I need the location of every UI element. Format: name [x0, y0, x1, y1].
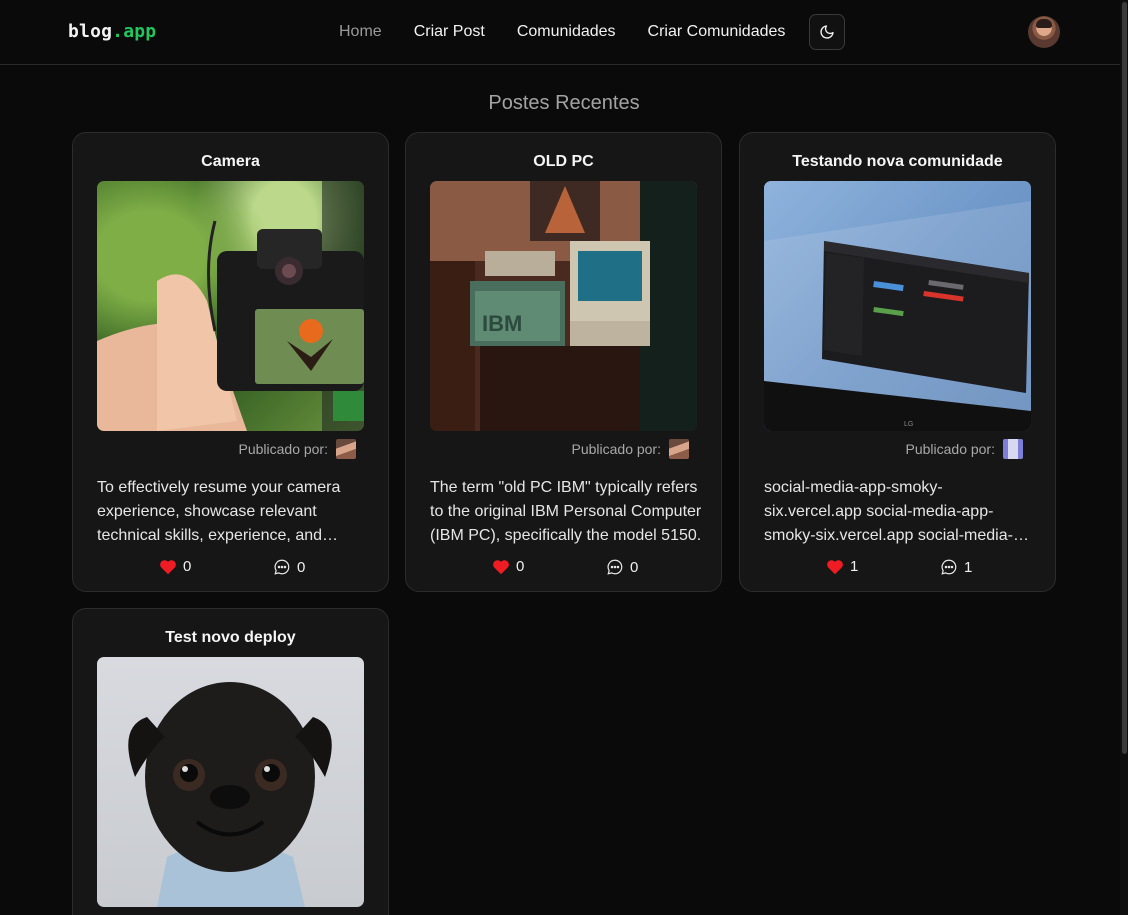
camera-photo-art [97, 181, 364, 431]
heart-icon [827, 559, 843, 574]
like-button[interactable]: 0 [159, 558, 191, 575]
like-count: 1 [850, 558, 859, 575]
like-count: 0 [516, 558, 525, 575]
post-title: OLD PC [533, 153, 594, 170]
post-card[interactable]: Camera Publicado por: To effectively res… [72, 132, 389, 592]
post-excerpt: The term "old PC IBM" typically refers t… [430, 479, 702, 544]
like-count: 0 [183, 558, 192, 575]
comment-button[interactable]: 0 [606, 558, 638, 576]
post-image[interactable]: LG [764, 181, 1031, 431]
comment-count: 1 [964, 558, 973, 576]
comment-button[interactable]: 1 [940, 558, 972, 576]
heart-icon [493, 559, 509, 574]
post-title: Testando nova comunidade [792, 153, 1003, 170]
old-pc-photo-art: IBM [430, 181, 697, 431]
published-by-label: Publicado por: [571, 441, 661, 457]
moon-icon [820, 25, 834, 39]
post-stats: 1 1 [740, 558, 1055, 578]
monitor-photo-art: LG [764, 201, 1031, 431]
post-card[interactable]: Testando nova comunidade LG Publicado po… [739, 132, 1056, 592]
post-author: Publicado por: [238, 439, 356, 459]
comment-button[interactable]: 0 [273, 558, 305, 576]
post-image[interactable] [97, 181, 364, 431]
post-card[interactable]: OLD PC IBM Publicado por: The term "old … [405, 132, 722, 592]
post-card[interactable]: Test novo deploy [72, 608, 389, 915]
page-title: Postes Recentes [488, 92, 640, 114]
post-image[interactable] [97, 657, 364, 907]
post-excerpt: To effectively resume your camera experi… [97, 479, 341, 544]
theme-toggle-button[interactable] [809, 14, 845, 50]
post-author: Publicado por: [571, 439, 689, 459]
logo[interactable]: blog.app [68, 21, 156, 42]
logo-text: blog [68, 21, 113, 42]
comment-icon [941, 559, 957, 575]
heart-icon [160, 559, 176, 574]
nav-criar-post[interactable]: Criar Post [414, 23, 485, 41]
comment-icon [274, 559, 290, 575]
post-excerpt: social-media-app-smoky-six.vercel.app so… [764, 479, 1013, 544]
nav-links: Home Criar Post Comunidades Criar Comuni… [339, 23, 785, 41]
user-avatar[interactable] [1028, 16, 1060, 48]
post-stats: 0 0 [406, 558, 721, 578]
svg-text:LG: LG [904, 421, 913, 428]
post-stats: 0 0 [73, 558, 388, 578]
post-title: Camera [201, 153, 260, 170]
author-avatar[interactable] [669, 439, 689, 459]
post-image[interactable]: IBM [430, 181, 697, 431]
nav-comunidades[interactable]: Comunidades [517, 23, 616, 41]
comment-icon [607, 559, 623, 575]
post-title: Test novo deploy [165, 629, 296, 646]
published-by-label: Publicado por: [238, 441, 328, 457]
navbar: blog.app Home Criar Post Comunidades Cri… [0, 0, 1120, 65]
author-avatar[interactable] [336, 439, 356, 459]
post-author: Publicado por: [905, 439, 1023, 459]
like-button[interactable]: 1 [826, 558, 858, 575]
logo-accent-text: .app [112, 21, 157, 42]
nav-home[interactable]: Home [339, 23, 382, 41]
nav-criar-comunidades[interactable]: Criar Comunidades [648, 23, 786, 41]
comment-count: 0 [297, 558, 306, 576]
svg-text:IBM: IBM [482, 311, 522, 336]
published-by-label: Publicado por: [905, 441, 995, 457]
author-avatar[interactable] [1003, 439, 1023, 459]
like-button[interactable]: 0 [492, 558, 524, 575]
pug-photo-art [128, 682, 332, 907]
comment-count: 0 [630, 558, 639, 576]
